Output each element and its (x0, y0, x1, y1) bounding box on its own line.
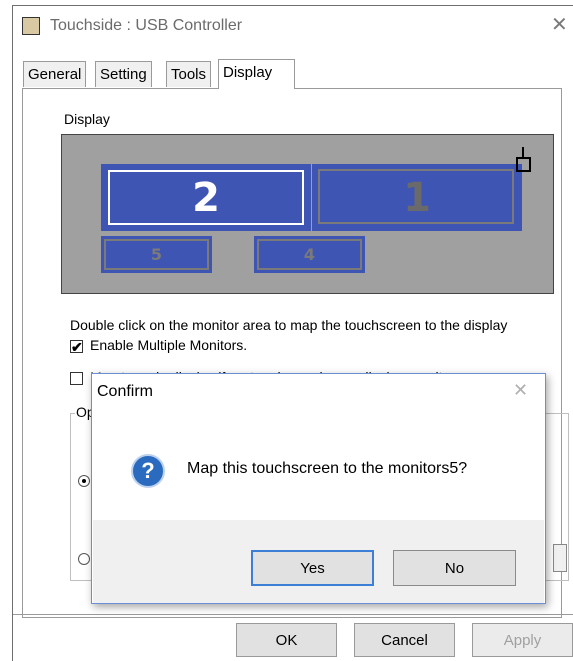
dialog-button-bar: Yes No (93, 520, 544, 603)
monitor-1[interactable]: 1 (312, 164, 522, 231)
monitor-5[interactable]: 5 (101, 236, 212, 273)
option-radio-1[interactable] (78, 475, 90, 487)
question-icon: ? (131, 454, 165, 488)
options-side-button[interactable] (553, 544, 567, 572)
apply-button[interactable]: Apply (472, 623, 573, 657)
checkmark-icon: ✔ (71, 339, 83, 355)
tab-display[interactable]: Display (218, 59, 295, 89)
radio-selected-dot (82, 479, 86, 483)
option-radio-2[interactable] (78, 553, 90, 565)
no-button[interactable]: No (393, 550, 516, 586)
footer-divider (13, 614, 573, 615)
monitor-2-number: 2 (192, 174, 220, 221)
monitor-5-number: 5 (150, 245, 163, 264)
dialog-title: Confirm (97, 383, 154, 400)
identify-monitor-icon[interactable] (516, 157, 531, 172)
identify-tick-icon (522, 147, 524, 157)
tab-general[interactable]: General (23, 61, 87, 87)
enable-multiple-label: Enable Multiple Monitors. (90, 337, 248, 353)
dialog-message: Map this touchscreen to the monitors5? (187, 460, 468, 477)
window-close-icon[interactable]: ✕ (551, 12, 568, 37)
window-title: Touchside : USB Controller (50, 17, 243, 34)
tab-tools[interactable]: Tools (166, 61, 212, 87)
monitor-4[interactable]: 4 (254, 236, 365, 273)
display-group-label: Display (64, 111, 110, 127)
map-main-checkbox[interactable] (70, 372, 83, 385)
ok-button[interactable]: OK (236, 623, 337, 657)
yes-button[interactable]: Yes (251, 550, 374, 586)
instruction-text: Double click on the monitor area to map … (70, 317, 508, 333)
confirm-dialog: Confirm ✕ ? Map this touchscreen to the … (91, 373, 546, 604)
monitor-2[interactable]: 2 (101, 164, 311, 231)
monitor-4-number: 4 (303, 245, 316, 264)
monitor-area[interactable]: 2 1 5 4 (61, 134, 554, 294)
enable-multiple-checkbox[interactable]: ✔ (70, 339, 83, 355)
app-icon (22, 17, 40, 35)
monitor-1-number: 1 (403, 174, 431, 221)
cancel-button[interactable]: Cancel (354, 623, 455, 657)
dialog-close-icon[interactable]: ✕ (513, 380, 528, 401)
title-bar: Touchside : USB Controller ✕ (13, 6, 573, 46)
tab-setting[interactable]: Setting (95, 61, 152, 87)
